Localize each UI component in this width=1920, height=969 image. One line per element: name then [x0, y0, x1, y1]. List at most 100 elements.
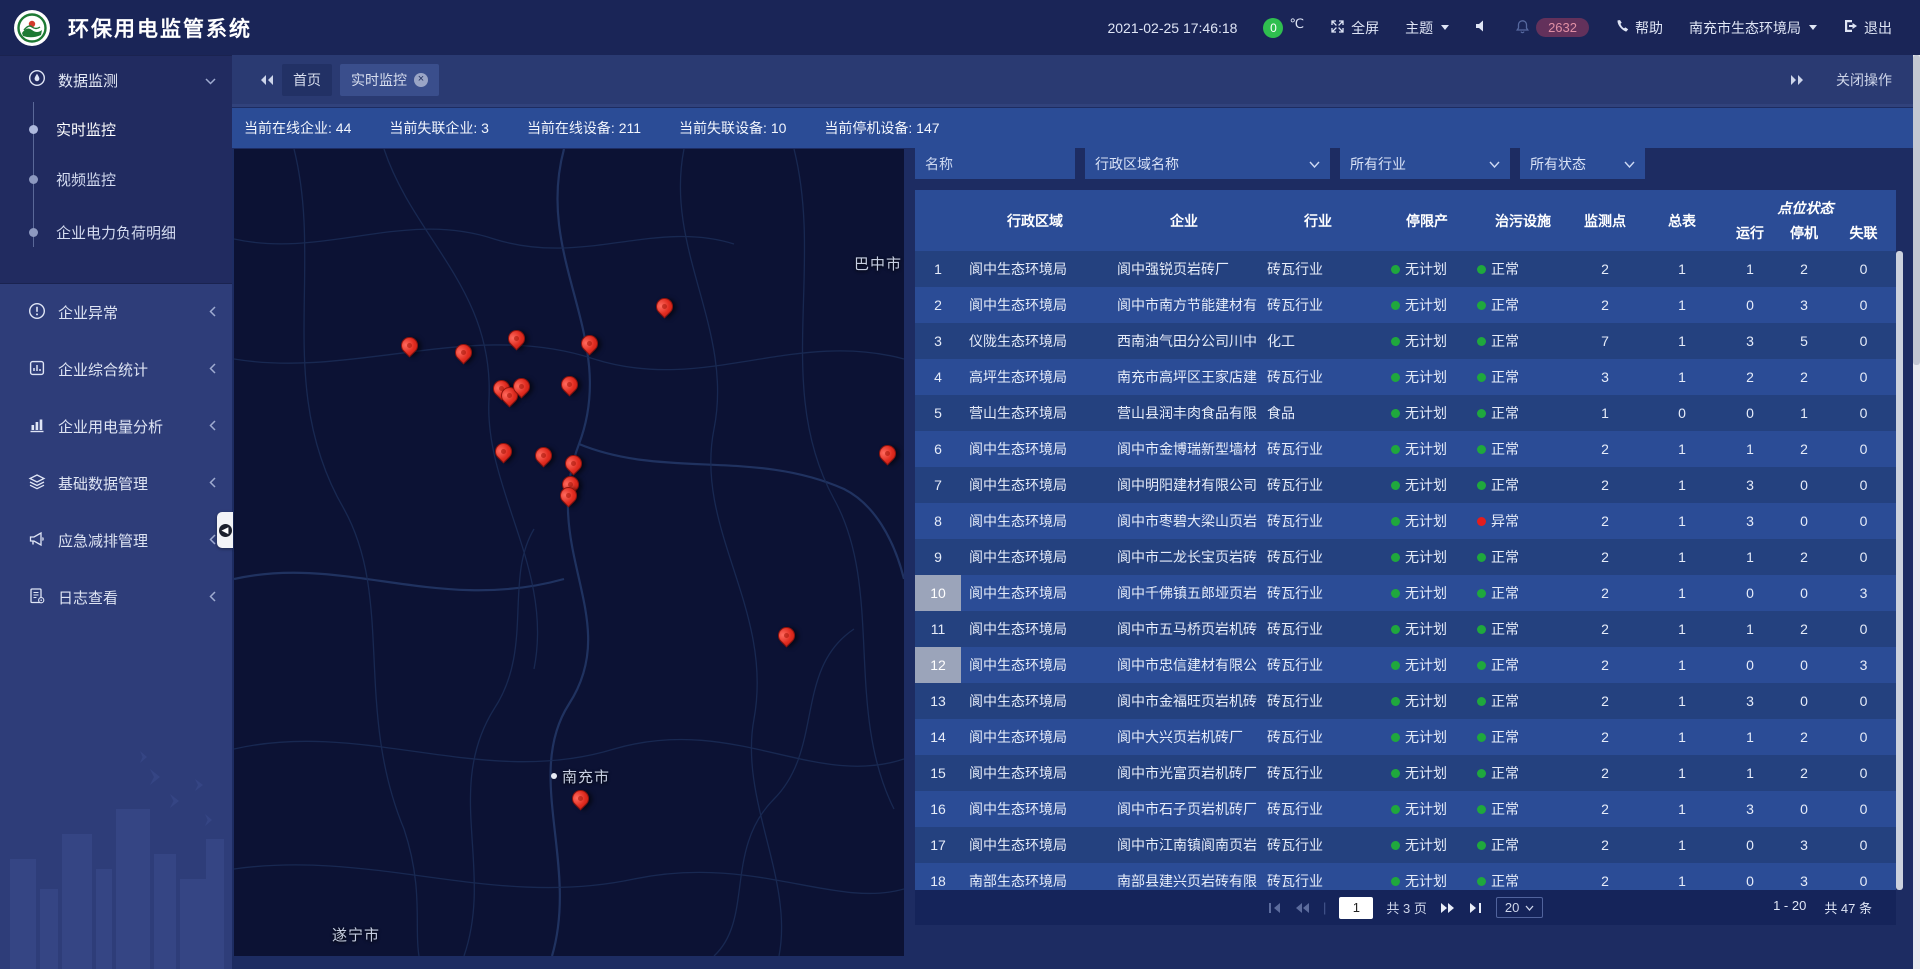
pagination-bar: | 共 3 页 20 1 - 20 共 47 条 [915, 890, 1896, 925]
help-button[interactable]: 帮助 [1615, 18, 1663, 38]
table-body: 1阆中生态环境局阆中强锐页岩砖厂砖瓦行业无计划正常211202阆中生态环境局阆中… [915, 251, 1896, 890]
cell-facility: 正常 [1477, 827, 1569, 863]
theme-dropdown[interactable]: 主题 [1405, 18, 1449, 38]
table-row[interactable]: 16阆中生态环境局阆中市石子页岩机砖厂砖瓦行业无计划正常21300 [915, 791, 1896, 827]
cell-limit: 无计划 [1377, 287, 1477, 323]
status-dot-icon [1391, 517, 1400, 526]
cell-monitor: 2 [1569, 431, 1641, 467]
industry-select[interactable]: 所有行业 [1340, 148, 1510, 179]
org-dropdown[interactable]: 南充市生态环境局 [1689, 18, 1817, 38]
next-page-button[interactable] [1440, 902, 1456, 914]
chevron-left-icon [209, 589, 216, 606]
first-page-button[interactable] [1267, 902, 1281, 914]
table-row[interactable]: 12阆中生态环境局阆中市忠信建材有限公砖瓦行业无计划正常21003 [915, 647, 1896, 683]
tab-0[interactable]: 首页 [282, 64, 332, 96]
cell-company: 西南油气田分公司川中 [1109, 323, 1259, 359]
cell-total: 1 [1641, 863, 1723, 890]
fullscreen-button[interactable]: 全屏 [1330, 18, 1379, 38]
sidebar-item-1[interactable]: 企业异常 [0, 284, 232, 341]
table-row[interactable]: 18南部生态环境局南部县建兴页岩砖有限砖瓦行业无计划正常21030 [915, 863, 1896, 890]
table-row[interactable]: 11阆中生态环境局阆中市五马桥页岩机砖砖瓦行业无计划正常21120 [915, 611, 1896, 647]
table-row[interactable]: 1阆中生态环境局阆中强锐页岩砖厂砖瓦行业无计划正常21120 [915, 251, 1896, 287]
table-row[interactable]: 13阆中生态环境局阆中市金福旺页岩机砖砖瓦行业无计划正常21300 [915, 683, 1896, 719]
table-row[interactable]: 6阆中生态环境局阆中市金博瑞新型墙材砖瓦行业无计划正常21120 [915, 431, 1896, 467]
cell-company: 阆中市江南镇阆南页岩 [1109, 827, 1259, 863]
table-row[interactable]: 8阆中生态环境局阆中市枣碧大梁山页岩砖瓦行业无计划异常21300 [915, 503, 1896, 539]
cell-company: 阆中市南方节能建材有 [1109, 287, 1259, 323]
cell-index: 4 [915, 359, 961, 395]
cell-facility: 正常 [1477, 719, 1569, 755]
tab-label: 实时监控 [351, 70, 407, 90]
table-row[interactable]: 3仪陇生态环境局西南油气田分公司川中化工无计划正常71350 [915, 323, 1896, 359]
status-select[interactable]: 所有状态 [1520, 148, 1645, 179]
tab-1[interactable]: 实时监控 × [340, 64, 439, 96]
sidebar-item-0[interactable]: 数据监测 [0, 56, 232, 104]
cell-company: 阆中市五马桥页岩机砖 [1109, 611, 1259, 647]
cell-monitor: 2 [1569, 575, 1641, 611]
cell-stop: 2 [1777, 755, 1831, 791]
table-row[interactable]: 10阆中生态环境局阆中千佛镇五郎垭页岩砖瓦行业无计划正常21003 [915, 575, 1896, 611]
table-row[interactable]: 9阆中生态环境局阆中市二龙长宝页岩砖砖瓦行业无计划正常21120 [915, 539, 1896, 575]
table-scrollbar[interactable] [1896, 251, 1903, 890]
cell-lost: 0 [1831, 359, 1896, 395]
cell-monitor: 2 [1569, 827, 1641, 863]
region-select[interactable]: 行政区域名称 [1085, 148, 1330, 179]
cell-region: 营山生态环境局 [961, 395, 1109, 431]
status-dot-icon [1477, 589, 1486, 598]
last-page-button[interactable] [1469, 902, 1483, 914]
cell-stop: 3 [1777, 287, 1831, 323]
cell-region: 南部生态环境局 [961, 863, 1109, 890]
table-row[interactable]: 5营山生态环境局营山县润丰肉食品有限食品无计划正常10010 [915, 395, 1896, 431]
sidebar-collapse-button[interactable]: ◀ [217, 512, 233, 548]
sidebar-item-2[interactable]: 企业综合统计 [0, 341, 232, 398]
sidebar-item-6[interactable]: 日志查看 [0, 569, 232, 626]
cell-industry: 砖瓦行业 [1259, 503, 1377, 539]
cell-index: 8 [915, 503, 961, 539]
name-search-input[interactable]: 名称 [915, 148, 1075, 179]
prev-page-button[interactable] [1294, 902, 1310, 914]
page-scrollbar-thumb[interactable] [1913, 55, 1920, 365]
sidebar-subitem-2[interactable]: 企业电力负荷明细 [0, 204, 232, 261]
app-title: 环保用电监管系统 [68, 13, 252, 43]
sidebar-item-label: 数据监测 [58, 70, 118, 91]
table-row[interactable]: 15阆中生态环境局阆中市光富页岩机砖厂砖瓦行业无计划正常21120 [915, 755, 1896, 791]
sidebar-item-3[interactable]: 企业用电量分析 [0, 398, 232, 455]
sound-button[interactable] [1475, 19, 1489, 36]
cell-index: 1 [915, 251, 961, 287]
tab-close-icon[interactable]: × [414, 73, 428, 87]
map-panel[interactable]: 巴中市南充市遂宁市 [234, 149, 904, 956]
status-dot-icon [1477, 805, 1486, 814]
page-number-input[interactable] [1339, 897, 1373, 919]
logout-button[interactable]: 退出 [1843, 18, 1892, 38]
main-content: 当前在线企业: 44当前失联企业: 3当前在线设备: 211当前失联设备: 10… [232, 107, 1920, 969]
close-operations-button[interactable]: 关闭操作 [1836, 70, 1892, 90]
sidebar-item-4[interactable]: 基础数据管理 [0, 455, 232, 512]
sidebar-subitem-1[interactable]: 视频监控 [0, 154, 232, 204]
notifications[interactable]: 2632 [1515, 18, 1589, 37]
status-dot-icon [1391, 481, 1400, 490]
page-size-select[interactable]: 20 [1496, 897, 1543, 918]
cell-total: 1 [1641, 791, 1723, 827]
table-row[interactable]: 2阆中生态环境局阆中市南方节能建材有砖瓦行业无计划正常21030 [915, 287, 1896, 323]
sidebar-item-5[interactable]: 应急减排管理 [0, 512, 232, 569]
table-row[interactable]: 14阆中生态环境局阆中大兴页岩机砖厂砖瓦行业无计划正常21120 [915, 719, 1896, 755]
cell-lost: 0 [1831, 611, 1896, 647]
total-pages-label: 共 3 页 [1386, 898, 1426, 917]
cell-industry: 砖瓦行业 [1259, 611, 1377, 647]
table-row[interactable]: 4高坪生态环境局南充市高坪区王家店建砖瓦行业无计划正常31220 [915, 359, 1896, 395]
tabs-scroll-right-button[interactable] [1790, 74, 1806, 86]
sidebar-subitem-0[interactable]: 实时监控 [0, 104, 232, 154]
cell-limit: 无计划 [1377, 395, 1477, 431]
theme-label: 主题 [1405, 18, 1433, 38]
cell-stop: 0 [1777, 575, 1831, 611]
status-dot-icon [1477, 265, 1486, 274]
cell-stop: 2 [1777, 539, 1831, 575]
tabs-scroll-left-button[interactable] [258, 74, 274, 86]
status-dot-icon [1391, 697, 1400, 706]
sidebar-item-label: 企业综合统计 [58, 359, 148, 380]
table-row[interactable]: 17阆中生态环境局阆中市江南镇阆南页岩砖瓦行业无计划正常21030 [915, 827, 1896, 863]
status-dot-icon [1477, 697, 1486, 706]
cell-region: 阆中生态环境局 [961, 431, 1109, 467]
table-row[interactable]: 7阆中生态环境局阆中明阳建材有限公司砖瓦行业无计划正常21300 [915, 467, 1896, 503]
page-scrollbar[interactable] [1913, 55, 1920, 969]
